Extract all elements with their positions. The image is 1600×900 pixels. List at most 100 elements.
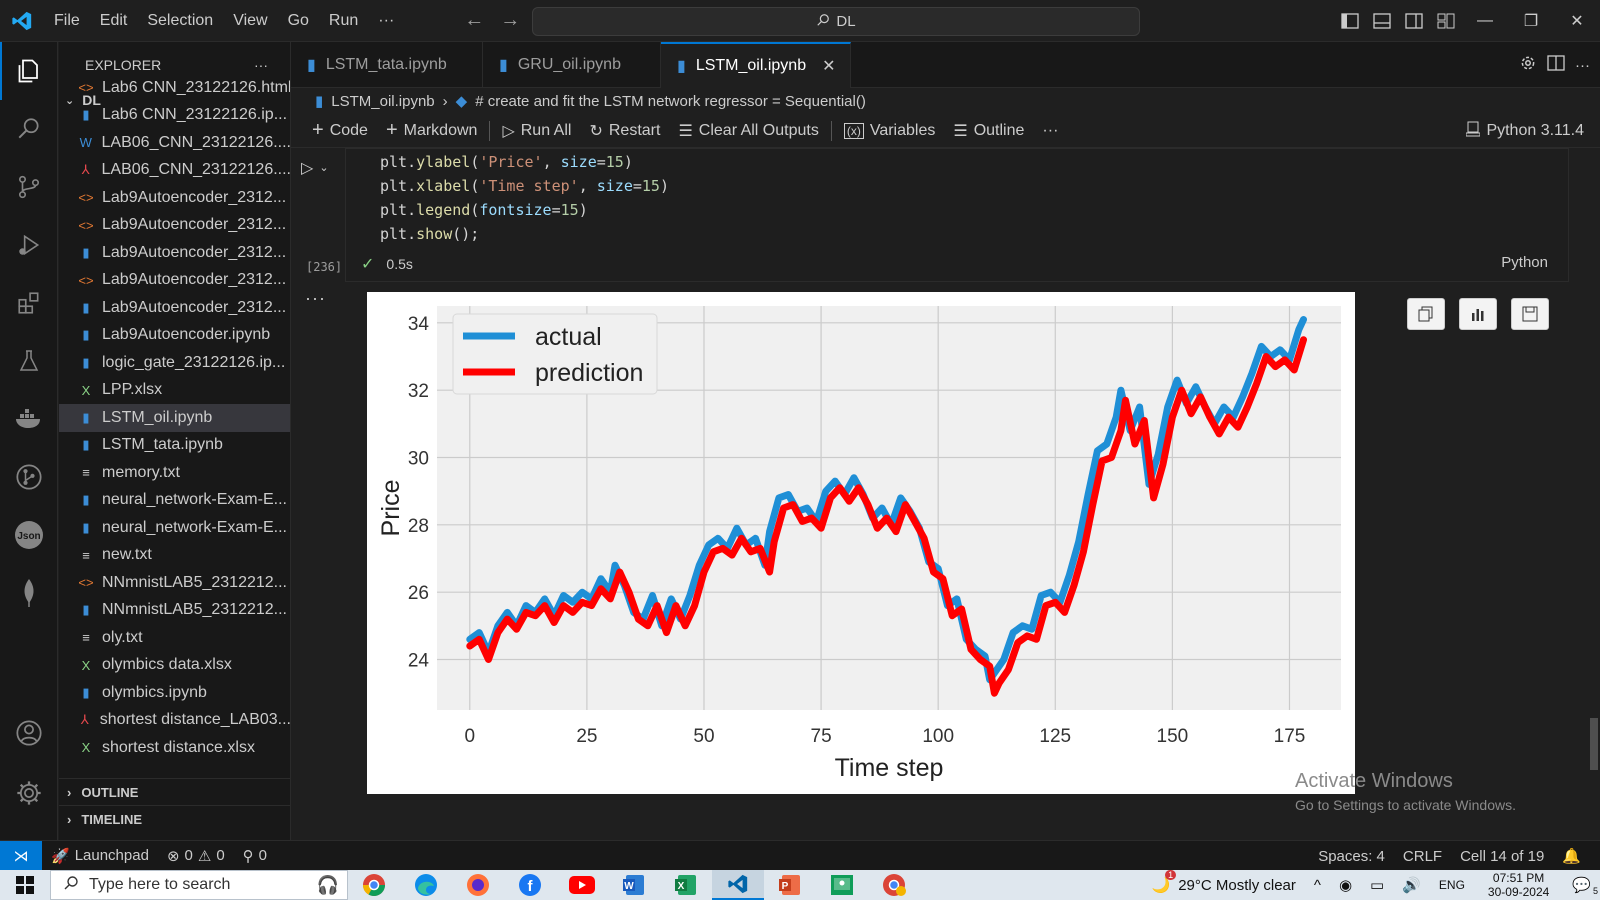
- toggle-panel-icon[interactable]: [1366, 0, 1398, 42]
- mongodb-leaf-icon[interactable]: [0, 564, 58, 622]
- split-editor-icon[interactable]: [1547, 55, 1565, 75]
- file-item[interactable]: Xshortest distance.xlsx: [59, 734, 290, 762]
- restore-icon[interactable]: ❐: [1508, 0, 1554, 42]
- facebook-icon[interactable]: f: [504, 870, 556, 900]
- save-output-icon[interactable]: [1511, 298, 1549, 330]
- tab-gru-oil-ipynb[interactable]: ▮ GRU_oil.ipynb: [483, 42, 661, 88]
- file-item[interactable]: ⅄ shortest distance_LAB03...: [59, 707, 290, 735]
- output-more-button[interactable]: ···: [305, 288, 326, 309]
- restart-button[interactable]: ↻ Restart: [580, 121, 669, 141]
- edge-icon[interactable]: [400, 870, 452, 900]
- clear-outputs-button[interactable]: ☰ Clear All Outputs: [669, 121, 827, 141]
- explorer-icon[interactable]: [0, 42, 58, 100]
- menu-more[interactable]: ···: [368, 0, 404, 42]
- file-item[interactable]: ▮ NNmnistLAB5_2312212...: [59, 597, 290, 625]
- windows-start-icon[interactable]: [0, 870, 50, 900]
- tab-lstm-oil-ipynb[interactable]: ▮ LSTM_oil.ipynb ✕: [661, 42, 851, 88]
- account-icon[interactable]: [0, 704, 58, 762]
- chart-view-icon[interactable]: [1459, 298, 1497, 330]
- file-item[interactable]: ▮ Lab6 CNN_23122126.ip...: [59, 102, 290, 130]
- close-tab-icon[interactable]: ✕: [822, 56, 835, 76]
- classroom-icon[interactable]: [816, 870, 868, 900]
- word-icon[interactable]: W: [608, 870, 660, 900]
- outline-section[interactable]: › OUTLINE: [59, 778, 290, 805]
- run-cell-icon[interactable]: ▷: [301, 158, 313, 178]
- code-cell[interactable]: plt.ylabel('Price', size=15) plt.xlabel(…: [345, 148, 1569, 282]
- file-item[interactable]: <> Lab9Autoencoder_2312...: [59, 184, 290, 212]
- chrome-profile-icon[interactable]: [868, 870, 920, 900]
- breadcrumb-file[interactable]: LSTM_oil.ipynb: [331, 93, 434, 110]
- language-indicator[interactable]: ENG: [1430, 878, 1474, 892]
- notification-center-icon[interactable]: 💬 5: [1563, 876, 1600, 896]
- youtube-icon[interactable]: [556, 870, 608, 900]
- variables-button[interactable]: (x) Variables: [835, 122, 945, 140]
- cell-language[interactable]: Python: [1501, 254, 1548, 271]
- file-item[interactable]: ▮ neural_network-Exam-E...: [59, 514, 290, 542]
- explorer-more-button[interactable]: ···: [254, 57, 268, 73]
- customize-layout-icon[interactable]: [1430, 0, 1462, 42]
- chrome-icon[interactable]: [348, 870, 400, 900]
- menu-view[interactable]: View: [223, 0, 277, 42]
- timeline-section[interactable]: › TIMELINE: [59, 805, 290, 832]
- file-item[interactable]: ▮ LSTM_tata.ipynb: [59, 432, 290, 460]
- toggle-sidebar-icon[interactable]: [1334, 0, 1366, 42]
- file-item[interactable]: <> Lab9Autoencoder_2312...: [59, 212, 290, 240]
- weather-widget[interactable]: 🌙 1 29°C Mostly clear: [1143, 870, 1305, 894]
- toggle-secondary-sidebar-icon[interactable]: [1398, 0, 1430, 42]
- file-item[interactable]: ≡ memory.txt: [59, 459, 290, 487]
- file-item[interactable]: ▮ Lab9Autoencoder_2312...: [59, 294, 290, 322]
- file-item[interactable]: Xolymbics data.xlsx: [59, 652, 290, 680]
- editor-scrollbar[interactable]: [1590, 718, 1598, 770]
- file-item[interactable]: ≡ oly.txt: [59, 624, 290, 652]
- source-control-icon[interactable]: [0, 158, 58, 216]
- menu-file[interactable]: File: [44, 0, 90, 42]
- breadcrumb-cell[interactable]: # create and fit the LSTM network regres…: [475, 93, 866, 110]
- file-item[interactable]: ▮ Lab9Autoencoder.ipynb: [59, 322, 290, 350]
- outline-button[interactable]: ☰ Outline: [944, 121, 1033, 141]
- add-code-button[interactable]: + Code: [303, 119, 377, 142]
- file-item[interactable]: ▮ neural_network-Exam-E...: [59, 487, 290, 515]
- run-debug-icon[interactable]: [0, 216, 58, 274]
- file-item[interactable]: ▮ olymbics.ipynb: [59, 679, 290, 707]
- notifications-bell-icon[interactable]: 🔔: [1553, 847, 1590, 865]
- testing-flask-icon[interactable]: [0, 332, 58, 390]
- ports-item[interactable]: ⚲ 0: [234, 847, 276, 865]
- firefox-icon[interactable]: [452, 870, 504, 900]
- file-item[interactable]: <> Lab9Autoencoder_2312...: [59, 267, 290, 295]
- search-activity-icon[interactable]: [0, 100, 58, 158]
- volume-icon[interactable]: 🔊: [1393, 876, 1430, 894]
- menu-go[interactable]: Go: [278, 0, 319, 42]
- docker-icon[interactable]: [0, 390, 58, 448]
- launchpad-item[interactable]: 🚀 Launchpad: [42, 847, 158, 865]
- command-center[interactable]: DL: [532, 7, 1140, 36]
- minimize-icon[interactable]: —: [1462, 0, 1508, 42]
- file-item[interactable]: ▮ Lab9Autoencoder_2312...: [59, 239, 290, 267]
- back-arrow-icon[interactable]: ←: [464, 9, 484, 32]
- git-graph-icon[interactable]: [0, 448, 58, 506]
- menu-selection[interactable]: Selection: [137, 0, 223, 42]
- run-all-button[interactable]: ▷ Run All: [493, 121, 580, 141]
- problems-item[interactable]: ⊗ 0 ⚠ 0: [158, 847, 234, 865]
- location-icon[interactable]: ◉: [1330, 876, 1361, 894]
- copy-output-icon[interactable]: [1407, 298, 1445, 330]
- add-markdown-button[interactable]: + Markdown: [377, 119, 487, 142]
- clock[interactable]: 07:51 PM 30-09-2024: [1474, 871, 1563, 899]
- excel-icon[interactable]: X: [660, 870, 712, 900]
- file-item[interactable]: ⅄ LAB06_CNN_23122126....: [59, 157, 290, 185]
- file-item[interactable]: ▮ LSTM_oil.ipynb: [59, 404, 290, 432]
- file-item[interactable]: <> Lab6 CNN_23122126.html: [59, 74, 290, 102]
- cell-position-item[interactable]: Cell 14 of 19: [1451, 848, 1553, 865]
- eol-item[interactable]: CRLF: [1394, 848, 1451, 865]
- close-window-icon[interactable]: ✕: [1554, 0, 1600, 42]
- file-item[interactable]: ▮ logic_gate_23122126.ip...: [59, 349, 290, 377]
- remote-indicator-icon[interactable]: ⋊: [0, 840, 42, 871]
- powerpoint-icon[interactable]: P: [764, 870, 816, 900]
- toolbar-more-button[interactable]: ···: [1033, 122, 1067, 140]
- file-item[interactable]: ≡ new.txt: [59, 542, 290, 570]
- file-item[interactable]: <> NNmnistLAB5_2312212...: [59, 569, 290, 597]
- json-icon[interactable]: Json: [0, 506, 58, 564]
- forward-arrow-icon[interactable]: →: [500, 9, 520, 32]
- run-options-chevron-icon[interactable]: ⌄: [319, 161, 328, 178]
- menu-run[interactable]: Run: [319, 0, 368, 42]
- tab-lstm-tata-ipynb[interactable]: ▮ LSTM_tata.ipynb: [291, 42, 483, 88]
